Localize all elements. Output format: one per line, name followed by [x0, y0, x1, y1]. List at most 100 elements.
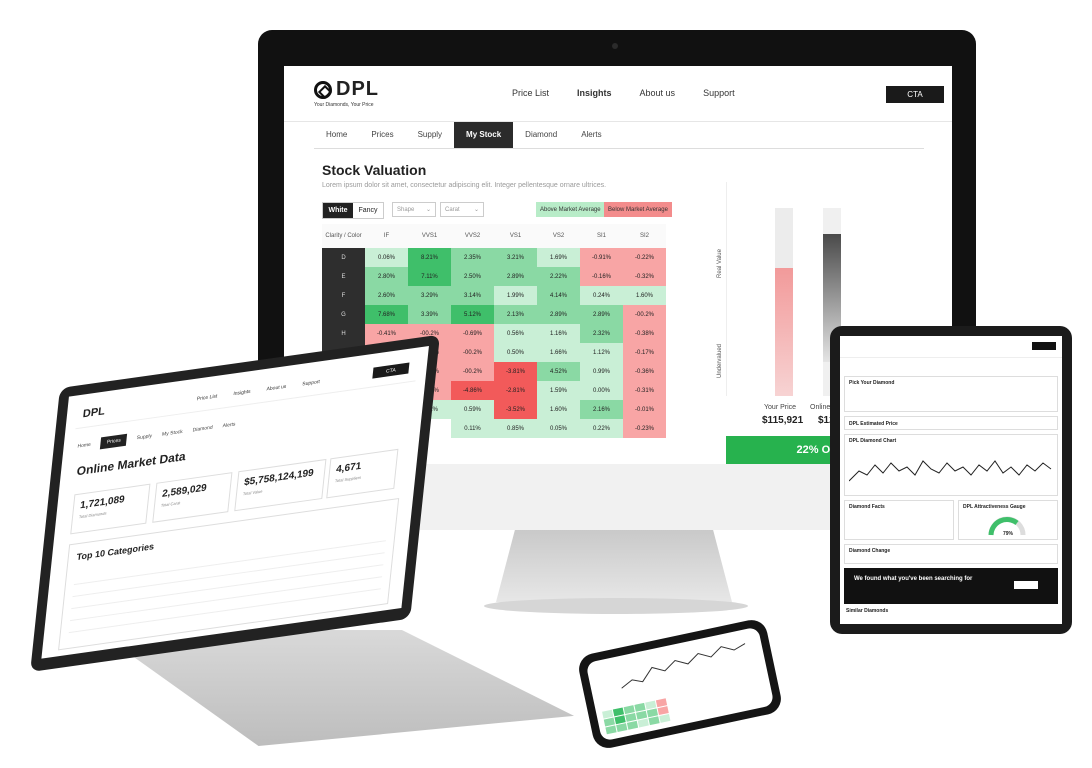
tab-home[interactable]: Home: [314, 122, 359, 148]
valuation-cell[interactable]: -0.38%: [623, 324, 666, 343]
valuation-cell[interactable]: -00.2%: [623, 305, 666, 324]
valuation-cell[interactable]: 2.22%: [537, 267, 580, 286]
valuation-cell[interactable]: 8.21%: [408, 248, 451, 267]
valuation-cell[interactable]: 1.12%: [580, 343, 623, 362]
valuation-cell[interactable]: -3.81%: [494, 362, 537, 381]
table-row: [72, 552, 385, 598]
valuation-cell[interactable]: -2.81%: [494, 381, 537, 400]
tab-supply[interactable]: Supply: [406, 122, 454, 148]
valuation-cell[interactable]: 7.11%: [408, 267, 451, 286]
tab-alerts[interactable]: Alerts: [569, 122, 613, 148]
toggle-fancy[interactable]: Fancy: [353, 203, 383, 218]
valuation-cell[interactable]: 3.14%: [451, 286, 494, 305]
nav-support[interactable]: Support: [703, 88, 735, 98]
cta-button[interactable]: [1032, 342, 1056, 350]
valuation-cell[interactable]: 7.68%: [365, 305, 408, 324]
valuation-cell[interactable]: -0.17%: [623, 343, 666, 362]
tab-my-stock[interactable]: My Stock: [162, 429, 183, 438]
valuation-cell[interactable]: 1.60%: [537, 400, 580, 419]
tab-supply[interactable]: Supply: [136, 433, 152, 441]
valuation-cell[interactable]: 1.69%: [537, 248, 580, 267]
valuation-cell[interactable]: 0.59%: [451, 400, 494, 419]
valuation-cell[interactable]: 2.89%: [494, 267, 537, 286]
stat-card: 4,671 Total Suppliers: [326, 448, 399, 499]
valuation-cell[interactable]: -0.32%: [623, 267, 666, 286]
tab-prices[interactable]: Prices: [100, 433, 128, 450]
tab-diamond[interactable]: Diamond: [192, 425, 213, 434]
valuation-cell[interactable]: -00.2%: [451, 343, 494, 362]
valuation-cell[interactable]: 3.39%: [408, 305, 451, 324]
white-fancy-toggle: White Fancy: [322, 202, 384, 219]
valuation-cell[interactable]: -0.01%: [623, 400, 666, 419]
valuation-cell[interactable]: 1.66%: [537, 343, 580, 362]
valuation-cell[interactable]: -0.36%: [623, 362, 666, 381]
valuation-cell[interactable]: -3.52%: [494, 400, 537, 419]
table-row: D 0.06% 8.21% 2.35% 3.21% 1.69% -0.91% -0.22%: [322, 248, 666, 267]
nav-about[interactable]: About us: [266, 384, 286, 393]
valuation-cell[interactable]: 1.16%: [537, 324, 580, 343]
valuation-cell[interactable]: 3.21%: [494, 248, 537, 267]
valuation-cell[interactable]: 3.29%: [408, 286, 451, 305]
valuation-cell[interactable]: 2.13%: [494, 305, 537, 324]
valuation-cell[interactable]: 2.80%: [365, 267, 408, 286]
nav-price-list[interactable]: Price List: [196, 393, 217, 402]
nav-insights[interactable]: Insights: [233, 389, 251, 397]
valuation-cell[interactable]: 2.60%: [365, 286, 408, 305]
valuation-cell[interactable]: 2.89%: [537, 305, 580, 324]
valuation-cell[interactable]: 5.12%: [451, 305, 494, 324]
laptop-logo[interactable]: DPL: [82, 405, 105, 420]
stat-card: $5,758,124,199 Total Value: [234, 458, 327, 512]
tab-prices[interactable]: Prices: [359, 122, 405, 148]
valuation-cell[interactable]: 4.52%: [537, 362, 580, 381]
tab-my-stock[interactable]: My Stock: [454, 122, 514, 148]
valuation-cell[interactable]: 0.50%: [494, 343, 537, 362]
valuation-cell[interactable]: 0.99%: [580, 362, 623, 381]
section-title: Diamond Facts: [849, 504, 885, 510]
shape-dropdown[interactable]: Shape ⌄: [392, 202, 436, 217]
nav-price-list[interactable]: Price List: [512, 88, 549, 98]
cta-button[interactable]: CTA: [372, 362, 410, 379]
valuation-cell[interactable]: 0.24%: [580, 286, 623, 305]
nav-support[interactable]: Support: [302, 379, 320, 387]
valuation-cell[interactable]: 2.16%: [580, 400, 623, 419]
logo[interactable]: DPL: [314, 78, 379, 101]
valuation-cell[interactable]: -0.16%: [580, 267, 623, 286]
valuation-cell[interactable]: -0.23%: [623, 419, 666, 438]
tab-home[interactable]: Home: [77, 442, 91, 450]
valuation-cell[interactable]: 1.59%: [537, 381, 580, 400]
cta-button[interactable]: CTA: [886, 86, 944, 103]
valuation-cell[interactable]: 0.56%: [494, 324, 537, 343]
valuation-cell[interactable]: 2.32%: [580, 324, 623, 343]
valuation-cell[interactable]: 1.99%: [494, 286, 537, 305]
valuation-cell[interactable]: 2.50%: [451, 267, 494, 286]
nav-links: Price List Insights About us Support: [512, 88, 735, 98]
valuation-cell[interactable]: 0.00%: [580, 381, 623, 400]
valuation-cell[interactable]: -0.91%: [580, 248, 623, 267]
carat-dropdown[interactable]: Carat ⌄: [440, 202, 484, 217]
valuation-cell[interactable]: -4.86%: [451, 381, 494, 400]
monitor-base: [484, 598, 748, 614]
tab-diamond[interactable]: Diamond: [513, 122, 569, 148]
valuation-cell[interactable]: 0.05%: [537, 419, 580, 438]
table-row: H -0.41% -00.2% -0.69% 0.56% 1.16% 2.32% -0.38%: [322, 324, 666, 343]
valuation-cell[interactable]: 0.11%: [451, 419, 494, 438]
nav-insights[interactable]: Insights: [577, 88, 612, 98]
legend-above: Above Market Average: [536, 202, 605, 217]
banner-button[interactable]: [1014, 581, 1038, 589]
valuation-cell[interactable]: 2.89%: [580, 305, 623, 324]
valuation-cell[interactable]: 4.14%: [537, 286, 580, 305]
tab-alerts[interactable]: Alerts: [222, 421, 235, 429]
phone: [576, 617, 784, 751]
nav-about[interactable]: About us: [640, 88, 676, 98]
valuation-cell[interactable]: 0.22%: [580, 419, 623, 438]
valuation-cell[interactable]: 0.85%: [494, 419, 537, 438]
valuation-cell[interactable]: 0.06%: [365, 248, 408, 267]
valuation-cell[interactable]: 1.60%: [623, 286, 666, 305]
valuation-cell[interactable]: 2.35%: [451, 248, 494, 267]
valuation-cell[interactable]: -00.2%: [451, 362, 494, 381]
brand-name: DPL: [336, 78, 379, 100]
valuation-cell[interactable]: -0.22%: [623, 248, 666, 267]
toggle-white[interactable]: White: [323, 203, 353, 218]
valuation-cell[interactable]: -0.69%: [451, 324, 494, 343]
valuation-cell[interactable]: -0.31%: [623, 381, 666, 400]
